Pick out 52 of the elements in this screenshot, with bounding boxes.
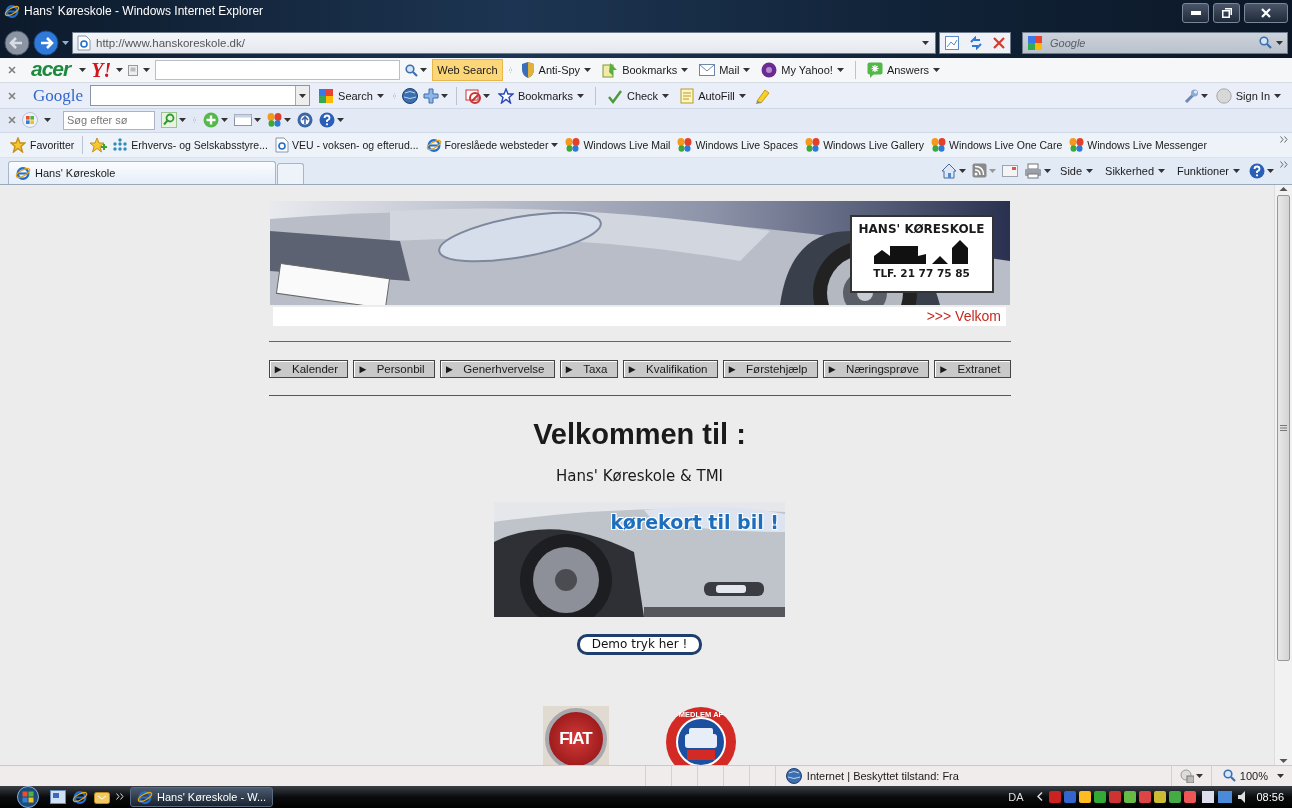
favorite-link[interactable]: Windows Live Mail [563, 137, 673, 152]
menu-button[interactable]: ► Kvalifikation [622, 359, 718, 378]
search-input[interactable]: Google [1047, 36, 1255, 49]
web-search-button[interactable]: Web Search [432, 59, 503, 82]
language-indicator: DA [1008, 790, 1024, 803]
browser-tab[interactable]: Hans' Køreskole [8, 160, 276, 184]
menu-button[interactable]: ► Taxa [559, 359, 618, 378]
menu-button[interactable]: ► Extranet [934, 359, 1011, 378]
page-subheading: Hans' Køreskole & TMI [555, 465, 724, 486]
favorite-link[interactable]: Windows Live Gallery [803, 137, 927, 152]
menu-button[interactable]: ► Personbil [353, 359, 435, 378]
menu-button[interactable]: ► Førstehjælp [722, 359, 818, 378]
logo-text: FIAT [544, 707, 607, 765]
taskbar-button[interactable]: Hans' Køreskole - W... [130, 786, 274, 807]
favorite-link[interactable]: VEU - voksen- og efterud... [272, 136, 421, 153]
favorite-link[interactable]: Windows Live Messenger [1067, 137, 1209, 152]
menu-button[interactable]: ► Generhvervelse [439, 359, 555, 378]
menu-button[interactable]: ► Næringsprøve [822, 359, 930, 378]
toolbar-button[interactable]: Bookmarks [599, 60, 692, 81]
address-field[interactable]: http://www.hanskoreskole.dk/ [72, 31, 936, 54]
menu-button[interactable]: Sikkerhed [1102, 160, 1168, 181]
security-zone-text: Internet | Beskyttet tilstand: Fra [806, 769, 959, 782]
favorite-link[interactable]: Windows Live Spaces [675, 137, 801, 152]
demo-button[interactable]: Demo tryk her ! [576, 633, 703, 655]
zoom-button[interactable]: 100% [1219, 765, 1271, 786]
toolbar-button[interactable]: My Yahoo! [758, 60, 847, 81]
marquee-text: >>> Velkom [926, 308, 1001, 325]
toolbar-button[interactable]: Check [603, 85, 673, 106]
logo-name: HANS' KØRESKOLE [858, 221, 985, 236]
google-logo: Google [33, 85, 84, 106]
toolbar-button[interactable]: Bookmarks [494, 85, 587, 106]
brand-logo: acer [31, 57, 71, 82]
menu-button[interactable]: ► Kalender [268, 359, 349, 378]
search-field[interactable]: Google [1022, 31, 1288, 54]
toolbar-button[interactable]: Answers [863, 60, 944, 81]
promo-caption: kørekort til bil ! [610, 510, 779, 533]
menu-button[interactable]: Funktioner [1174, 160, 1243, 181]
logo-phone: TLF. 21 77 75 85 [873, 266, 970, 279]
favorite-link[interactable]: Erhvervs- og Selskabsstyre... [110, 137, 270, 152]
toolbar-button[interactable]: Mail [696, 60, 754, 81]
favorite-link[interactable]: Foreslåede websteder [423, 136, 561, 153]
favorite-link[interactable]: Windows Live One Care [929, 137, 1065, 152]
toolbar-button[interactable]: Search [315, 85, 387, 106]
brand-logo: Y! [91, 58, 112, 82]
menu-button[interactable]: Side [1057, 160, 1097, 181]
toolbar-button[interactable]: Anti-Spy [517, 60, 595, 81]
favorites-button[interactable]: Favoritter [8, 134, 77, 155]
clock-text: 08:56 [1256, 790, 1284, 803]
page-heading: Velkommen til : [533, 416, 746, 452]
toolbar-button[interactable]: AutoFill [677, 85, 749, 106]
window-title: Hans' Køreskole - Windows Internet Explorer [24, 4, 264, 18]
toolbar-button[interactable]: Sign In [1212, 85, 1284, 106]
